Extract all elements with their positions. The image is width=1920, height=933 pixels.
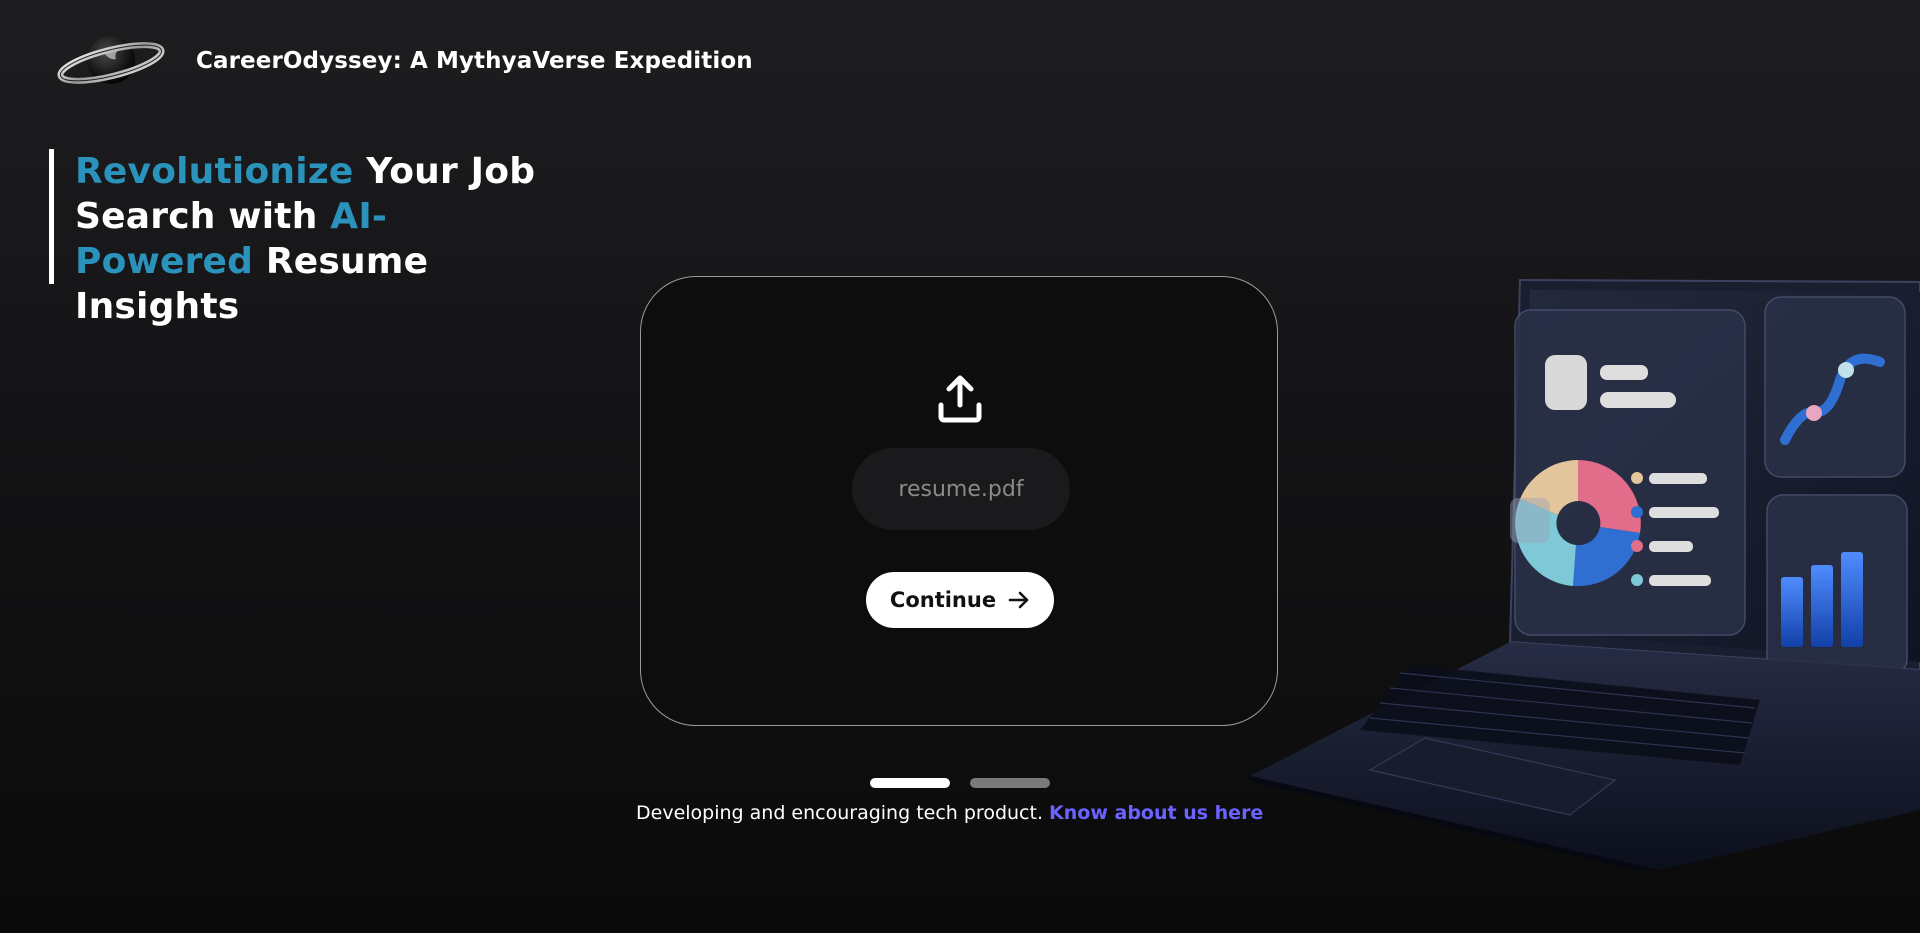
upload-icon[interactable] (938, 375, 982, 423)
continue-label: Continue (889, 588, 997, 612)
arrow-right-icon (1008, 591, 1029, 609)
carousel-dot-1[interactable] (870, 778, 950, 788)
file-name-display[interactable]: resume.pdf (852, 448, 1070, 530)
brand-title: CareerOdyssey: A MythyaVerse Expedition (196, 48, 753, 74)
saturn-planet-logo-icon[interactable] (56, 30, 166, 92)
know-about-us-link[interactable]: Know about us here (1049, 802, 1263, 824)
carousel-indicators (870, 778, 1050, 788)
header: CareerOdyssey: A MythyaVerse Expedition (56, 30, 753, 92)
hero-title: Revolutionize Your Job Search with AI-Po… (75, 149, 565, 329)
footer-text: Developing and encouraging tech product. (636, 802, 1050, 824)
continue-button[interactable]: Continue (866, 572, 1054, 628)
hero-headline: Revolutionize Your Job Search with AI-Po… (49, 149, 565, 327)
footer-tagline: Developing and encouraging tech product.… (636, 802, 1263, 824)
carousel-dot-2[interactable] (970, 778, 1050, 788)
laptop-dashboard-illustration-icon (1250, 278, 1920, 870)
hero-accent-revolutionize: Revolutionize (75, 151, 354, 192)
upload-card: resume.pdf Continue (640, 276, 1278, 726)
